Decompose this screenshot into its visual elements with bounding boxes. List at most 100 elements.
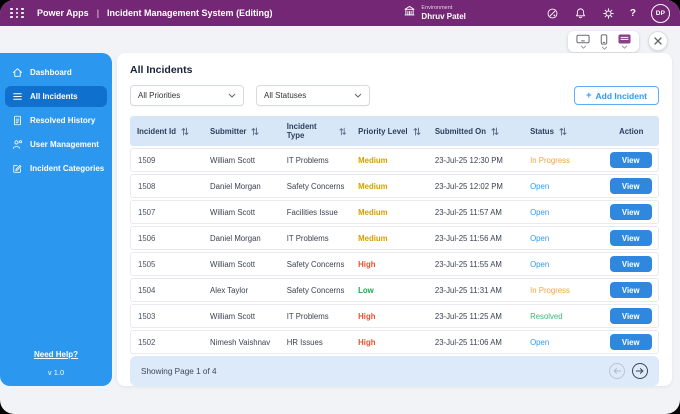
cell-status: Open bbox=[524, 330, 603, 354]
avatar[interactable]: DP bbox=[651, 4, 670, 23]
sidebar-item-incident-categories[interactable]: Incident Categories bbox=[5, 158, 107, 179]
cell-incident-type: Facilities Issue bbox=[281, 200, 352, 224]
cell-submitted-on: 23-Jul-25 11:06 AM bbox=[429, 330, 524, 354]
waffle-menu-icon[interactable] bbox=[10, 8, 25, 19]
cell-submitter: William Scott bbox=[204, 148, 281, 172]
cell-action: View bbox=[603, 330, 659, 354]
sidebar-item-dashboard[interactable]: Dashboard bbox=[5, 62, 107, 83]
preview-tablet-button-selected[interactable] bbox=[618, 34, 631, 50]
view-button[interactable]: View bbox=[610, 204, 652, 220]
sidebar-item-label: All Incidents bbox=[30, 92, 78, 101]
environment-picker[interactable]: Environment Dhruv Patel bbox=[403, 4, 465, 22]
sidebar-item-user-management[interactable]: User Management bbox=[5, 134, 107, 155]
column-header-status[interactable]: Status bbox=[524, 116, 603, 146]
edit-icon bbox=[12, 163, 23, 174]
view-button[interactable]: View bbox=[610, 256, 652, 272]
previous-page-button[interactable] bbox=[609, 363, 625, 379]
pagination-controls bbox=[609, 363, 648, 379]
column-header-incident-id[interactable]: Incident Id bbox=[130, 116, 204, 146]
user-gear-icon bbox=[12, 139, 23, 150]
table-row: 1507 William Scott Facilities Issue Medi… bbox=[130, 200, 659, 224]
cell-priority: High bbox=[352, 252, 429, 276]
view-button[interactable]: View bbox=[610, 282, 652, 298]
incidents-table: Incident Id Submitter Incident Type Prio… bbox=[130, 114, 659, 356]
cell-priority: Medium bbox=[352, 174, 429, 198]
cell-incident-id: 1509 bbox=[130, 148, 204, 172]
app-window: Power Apps | Incident Management System … bbox=[0, 0, 680, 414]
chevron-down-icon bbox=[621, 45, 628, 49]
cell-priority: Medium bbox=[352, 226, 429, 250]
cell-submitted-on: 23-Jul-25 11:55 AM bbox=[429, 252, 524, 276]
close-preview-button[interactable] bbox=[648, 31, 668, 51]
help-icon[interactable]: ? bbox=[630, 8, 636, 19]
cell-incident-type: IT Problems bbox=[281, 148, 352, 172]
view-button[interactable]: View bbox=[610, 308, 652, 324]
sidebar-item-all-incidents[interactable]: All Incidents bbox=[5, 86, 107, 107]
cell-incident-type: Safety Concerns bbox=[281, 278, 352, 302]
cell-submitted-on: 23-Jul-25 11:25 AM bbox=[429, 304, 524, 328]
cell-incident-id: 1505 bbox=[130, 252, 204, 276]
page-title: All Incidents bbox=[130, 64, 659, 76]
sidebar-item-label: Dashboard bbox=[30, 68, 72, 77]
column-header-action: Action bbox=[603, 116, 659, 146]
status-filter-value: All Statuses bbox=[264, 91, 306, 100]
table-row: 1506 Daniel Morgan IT Problems Medium 23… bbox=[130, 226, 659, 250]
document-icon bbox=[12, 115, 23, 126]
pagination-bar: Showing Page 1 of 4 bbox=[130, 356, 659, 386]
chevron-down-icon bbox=[580, 45, 587, 49]
cell-incident-id: 1503 bbox=[130, 304, 204, 328]
cell-priority: High bbox=[352, 330, 429, 354]
settings-gear-icon[interactable] bbox=[602, 7, 615, 20]
view-button[interactable]: View bbox=[610, 230, 652, 246]
need-help-link[interactable]: Need Help? bbox=[5, 350, 107, 359]
cell-submitter: William Scott bbox=[204, 304, 281, 328]
add-incident-button[interactable]: + Add Incident bbox=[574, 86, 659, 105]
cell-submitted-on: 23-Jul-25 12:02 PM bbox=[429, 174, 524, 198]
sidebar-item-resolved-history[interactable]: Resolved History bbox=[5, 110, 107, 131]
cell-action: View bbox=[603, 174, 659, 198]
notifications-bell-icon[interactable] bbox=[574, 7, 587, 20]
cell-incident-id: 1502 bbox=[130, 330, 204, 354]
column-header-submitter[interactable]: Submitter bbox=[204, 116, 281, 146]
priority-filter-dropdown[interactable]: All Priorities bbox=[130, 85, 244, 106]
cell-incident-type: Safety Concerns bbox=[281, 252, 352, 276]
cell-submitter: Nimesh Vaishnav bbox=[204, 330, 281, 354]
cell-action: View bbox=[603, 226, 659, 250]
cell-status: Open bbox=[524, 226, 603, 250]
cell-incident-type: IT Problems bbox=[281, 304, 352, 328]
cell-status: Open bbox=[524, 252, 603, 276]
cell-incident-id: 1504 bbox=[130, 278, 204, 302]
filter-bar: All Priorities All Statuses + Add Incide… bbox=[130, 85, 659, 106]
cell-submitted-on: 23-Jul-25 11:56 AM bbox=[429, 226, 524, 250]
column-header-incident-type[interactable]: Incident Type bbox=[281, 116, 352, 146]
table-row: 1508 Daniel Morgan Safety Concerns Mediu… bbox=[130, 174, 659, 198]
cell-status: In Progress bbox=[524, 148, 603, 172]
cell-status: Open bbox=[524, 174, 603, 198]
column-header-priority-level[interactable]: Priority Level bbox=[352, 116, 429, 146]
next-page-button[interactable] bbox=[632, 363, 648, 379]
table-row: 1509 William Scott IT Problems Medium 23… bbox=[130, 148, 659, 172]
arrow-right-icon bbox=[635, 367, 645, 375]
cell-submitted-on: 23-Jul-25 11:31 AM bbox=[429, 278, 524, 302]
preview-desktop-button[interactable] bbox=[576, 34, 590, 50]
cell-submitted-on: 23-Jul-25 11:57 AM bbox=[429, 200, 524, 224]
view-button[interactable]: View bbox=[610, 152, 652, 168]
cell-status: In Progress bbox=[524, 278, 603, 302]
view-button[interactable]: View bbox=[610, 334, 652, 350]
column-header-submitted-on[interactable]: Submitted On bbox=[429, 116, 524, 146]
cell-submitter: Daniel Morgan bbox=[204, 226, 281, 250]
sort-icon bbox=[181, 127, 189, 136]
app-checker-icon[interactable] bbox=[546, 7, 559, 20]
sidebar-footer: Need Help? v 1.0 bbox=[5, 350, 107, 377]
pagination-status: Showing Page 1 of 4 bbox=[141, 367, 217, 376]
app-title: Incident Management System (Editing) bbox=[107, 8, 273, 18]
preview-phone-button[interactable] bbox=[600, 34, 608, 50]
cell-submitter: Alex Taylor bbox=[204, 278, 281, 302]
table-header-row: Incident Id Submitter Incident Type Prio… bbox=[130, 116, 659, 146]
sort-icon bbox=[339, 127, 347, 136]
sidebar: Dashboard All Incidents Resolved History… bbox=[0, 53, 112, 386]
main-content-card: All Incidents All Priorities All Statuse… bbox=[117, 53, 672, 386]
status-filter-dropdown[interactable]: All Statuses bbox=[256, 85, 370, 106]
home-icon bbox=[12, 67, 23, 78]
view-button[interactable]: View bbox=[610, 178, 652, 194]
